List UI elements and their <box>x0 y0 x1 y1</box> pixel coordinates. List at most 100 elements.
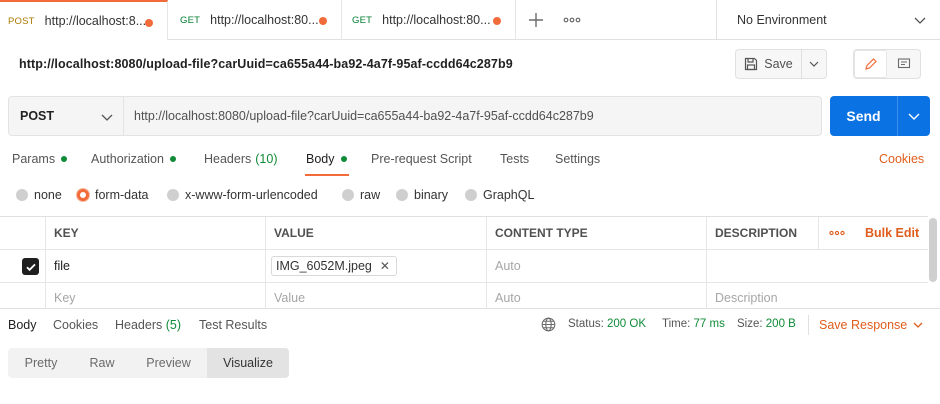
content-type-placeholder: Auto <box>495 259 521 273</box>
documentation-button[interactable] <box>887 50 920 78</box>
request-tab-2[interactable]: GET http://localhost:80... <box>172 0 342 40</box>
status-indicator[interactable]: Status: 200 OK <box>568 318 646 330</box>
radio-raw[interactable]: raw <box>342 188 380 202</box>
save-response-button[interactable]: Save Response <box>819 318 923 332</box>
headers-count: (5) <box>165 318 182 332</box>
plus-icon[interactable] <box>526 10 546 30</box>
key-cell[interactable]: file <box>45 250 265 282</box>
pencil-icon <box>864 58 877 70</box>
request-title[interactable]: http://localhost:8080/upload-file?carUui… <box>19 57 513 71</box>
radio-graphql[interactable]: GraphQL <box>465 188 534 202</box>
divider <box>808 315 809 335</box>
send-button[interactable]: Send <box>830 96 898 136</box>
view-mode-preview[interactable]: Preview <box>130 348 207 378</box>
tab-tests[interactable]: Tests <box>500 152 529 166</box>
size-label: Size: <box>737 318 763 330</box>
size-indicator[interactable]: Size: 200 B <box>737 318 796 330</box>
description-input[interactable]: Description <box>706 283 928 309</box>
time-value: 77 ms <box>693 318 725 330</box>
cookies-link[interactable]: Cookies <box>879 152 924 166</box>
content-type-input[interactable]: Auto <box>486 283 706 309</box>
radio-none[interactable]: none <box>16 188 62 202</box>
method-select[interactable]: POST <box>8 96 124 136</box>
size-value: 200 B <box>765 318 796 330</box>
send-options-button[interactable] <box>898 96 930 136</box>
column-options-button[interactable] <box>818 217 856 249</box>
edit-mode-button[interactable] <box>854 50 887 78</box>
description-placeholder: Description <box>715 291 778 305</box>
row-checkbox[interactable] <box>22 258 39 275</box>
radio-circle-icon <box>16 189 28 201</box>
save-response-label: Save Response <box>819 318 908 332</box>
request-tab-strip: POST http://localhost:8... GET http://lo… <box>0 0 940 40</box>
row-checkbox-cell <box>0 250 45 282</box>
radio-x-www-form-urlencoded[interactable]: x-www-form-urlencoded <box>167 188 318 202</box>
radio-form-data[interactable]: form-data <box>77 188 149 202</box>
tab-headers[interactable]: Headers (10) <box>204 152 277 166</box>
globe-icon[interactable] <box>541 317 556 335</box>
tab-label: Settings <box>555 152 601 166</box>
tab-pre-request-script[interactable]: Pre-request Script <box>371 152 472 166</box>
form-data-table: KEY VALUE CONTENT TYPE DESCRIPTION Bulk … <box>0 216 928 309</box>
response-tab-test-results[interactable]: Test Results <box>199 318 267 332</box>
key-value: file <box>54 259 70 273</box>
request-config-tabs: Params Authorization Headers (10) Body Pr… <box>0 148 940 176</box>
tab-label: Headers <box>115 318 163 332</box>
status-label: Status: <box>568 318 604 330</box>
radio-label: none <box>34 188 62 202</box>
status-value: 200 OK <box>607 318 647 330</box>
save-options-button[interactable] <box>802 50 826 78</box>
send-button-group: Send <box>830 96 930 136</box>
status-dot-icon <box>169 156 176 162</box>
ellipsis-icon[interactable] <box>562 10 582 30</box>
radio-circle-icon <box>465 189 477 201</box>
table-scrollbar[interactable] <box>929 218 937 282</box>
value-cell[interactable]: IMG_6052M.jpeg ✕ <box>265 250 486 282</box>
request-tab-3[interactable]: GET http://localhost:80... <box>344 0 516 40</box>
tab-body[interactable]: Body <box>306 152 347 166</box>
response-tab-headers[interactable]: Headers (5) <box>115 318 181 332</box>
environment-selector[interactable]: No Environment <box>716 0 940 40</box>
active-tab-indicator <box>305 174 349 176</box>
row-checkbox-cell <box>0 283 45 309</box>
url-value: http://localhost:8080/upload-file?carUui… <box>134 109 594 123</box>
time-indicator[interactable]: Time: 77 ms <box>662 318 725 330</box>
save-icon <box>745 57 758 71</box>
tab-label: Authorization <box>91 152 164 166</box>
view-mode-raw[interactable]: Raw <box>74 348 130 378</box>
key-input[interactable]: Key <box>45 283 265 309</box>
response-tab-body[interactable]: Body <box>8 318 37 332</box>
view-mode-visualize[interactable]: Visualize <box>207 348 289 378</box>
request-tab-1[interactable]: POST http://localhost:8... <box>0 0 168 40</box>
request-title-row: http://localhost:8080/upload-file?carUui… <box>0 40 940 88</box>
bulk-edit-label: Bulk Edit <box>865 226 920 240</box>
view-toggle <box>853 49 921 79</box>
radio-binary[interactable]: binary <box>396 188 448 202</box>
tab-label: Headers <box>204 152 252 166</box>
tab-authorization[interactable]: Authorization <box>91 152 176 166</box>
tab-method: GET <box>180 14 201 26</box>
view-mode-pretty[interactable]: Pretty <box>8 348 74 378</box>
ellipsis-icon <box>829 230 845 236</box>
unsaved-dot-icon <box>145 19 153 27</box>
radio-label: raw <box>360 188 381 202</box>
chevron-down-icon <box>101 111 113 126</box>
radio-label: form-data <box>95 188 149 202</box>
headers-count: (10) <box>255 152 278 166</box>
file-chip: IMG_6052M.jpeg ✕ <box>271 256 397 276</box>
key-placeholder: Key <box>54 291 76 305</box>
tab-settings[interactable]: Settings <box>555 152 600 166</box>
status-dot-icon <box>61 156 68 162</box>
save-button[interactable]: Save <box>736 50 802 78</box>
bulk-edit-link[interactable]: Bulk Edit <box>857 217 928 249</box>
content-type-cell[interactable]: Auto <box>486 250 706 282</box>
value-input[interactable]: Value <box>265 283 486 309</box>
url-input[interactable]: http://localhost:8080/upload-file?carUui… <box>124 96 822 136</box>
close-icon[interactable]: ✕ <box>380 259 390 273</box>
description-cell[interactable] <box>706 250 928 282</box>
tab-params[interactable]: Params <box>12 152 68 166</box>
table-row: file IMG_6052M.jpeg ✕ Auto <box>0 250 928 283</box>
save-label: Save <box>764 57 793 71</box>
column-header-description: DESCRIPTION <box>706 217 818 249</box>
response-tab-cookies[interactable]: Cookies <box>53 318 98 332</box>
